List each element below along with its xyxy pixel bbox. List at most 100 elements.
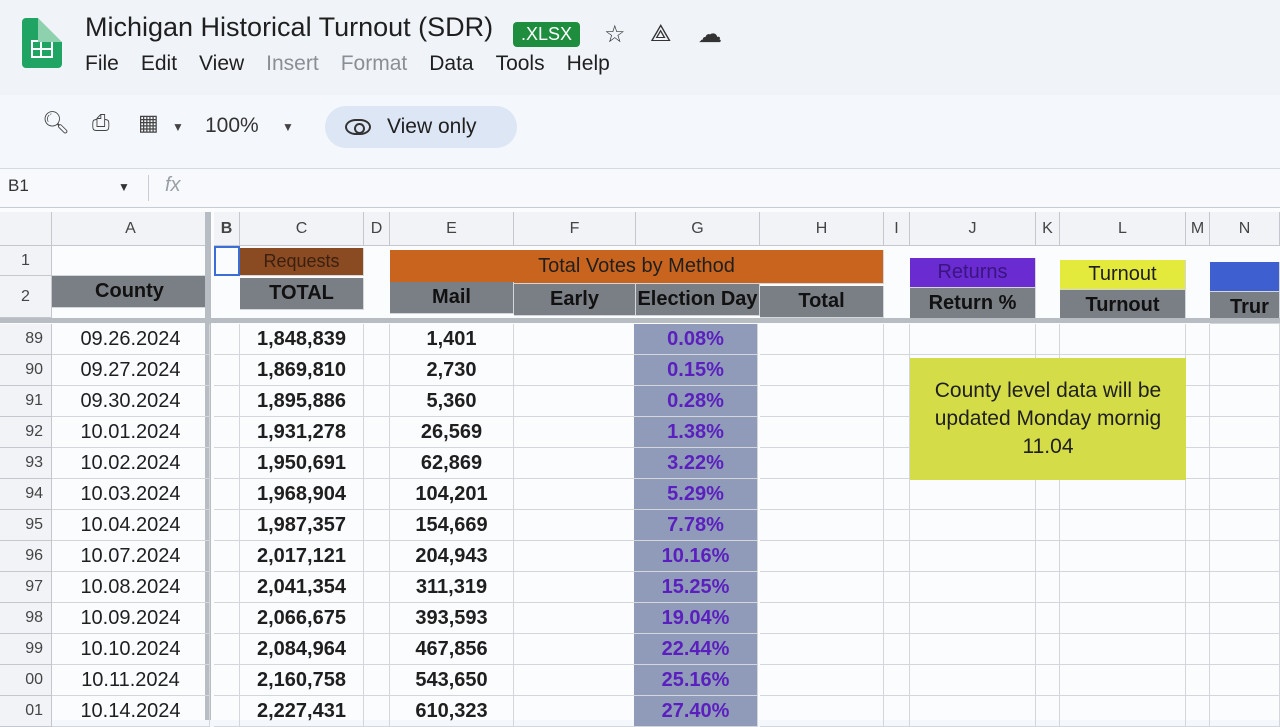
- empty-cell[interactable]: [1036, 324, 1060, 355]
- total-cell[interactable]: [760, 696, 884, 727]
- total-cell[interactable]: [760, 448, 884, 479]
- empty-cell[interactable]: [1186, 541, 1210, 572]
- empty-cell[interactable]: [214, 355, 240, 386]
- zoom-chevron-down-icon[interactable]: ▼: [282, 120, 294, 134]
- turnout-header[interactable]: Turnout: [1060, 260, 1186, 290]
- requests-total-header[interactable]: TOTAL: [240, 278, 364, 310]
- early-cell[interactable]: [514, 355, 636, 386]
- column-header-d[interactable]: D: [364, 212, 390, 246]
- date-cell[interactable]: 10.08.2024: [52, 572, 210, 603]
- column-header-e[interactable]: E: [390, 212, 514, 246]
- election-day-pct-cell[interactable]: 7.78%: [634, 510, 758, 541]
- row-header[interactable]: 97: [0, 572, 52, 603]
- date-cell[interactable]: 10.01.2024: [52, 417, 210, 448]
- empty-cell[interactable]: [214, 665, 240, 696]
- date-cell[interactable]: 10.04.2024: [52, 510, 210, 541]
- mail-cell[interactable]: 467,856: [390, 634, 514, 665]
- date-cell[interactable]: 09.27.2024: [52, 355, 210, 386]
- row-header[interactable]: 00: [0, 665, 52, 696]
- election-day-pct-cell[interactable]: 0.28%: [634, 386, 758, 417]
- empty-cell[interactable]: [884, 479, 910, 510]
- return-pct-cell[interactable]: [910, 479, 1036, 510]
- menu-format[interactable]: Format: [341, 52, 408, 76]
- total-cell[interactable]: [760, 479, 884, 510]
- turnout-cell[interactable]: [1060, 479, 1186, 510]
- requests-cell[interactable]: 1,950,691: [240, 448, 364, 479]
- menu-help[interactable]: Help: [567, 52, 610, 76]
- total-cell[interactable]: [760, 417, 884, 448]
- early-cell[interactable]: [514, 324, 636, 355]
- sheets-logo-icon[interactable]: [22, 18, 62, 68]
- turnout-cell[interactable]: [1060, 603, 1186, 634]
- n-cell[interactable]: [1210, 572, 1280, 603]
- turnout-cell[interactable]: [1060, 634, 1186, 665]
- chevron-down-icon[interactable]: ▼: [172, 120, 184, 134]
- column-header-n[interactable]: N: [1210, 212, 1280, 246]
- mail-cell[interactable]: 393,593: [390, 603, 514, 634]
- empty-cell[interactable]: [1036, 572, 1060, 603]
- name-box[interactable]: B1: [8, 176, 29, 196]
- early-cell[interactable]: [514, 541, 636, 572]
- early-cell[interactable]: [514, 634, 636, 665]
- format-table-icon[interactable]: ▦: [138, 110, 159, 136]
- empty-cell[interactable]: [1186, 510, 1210, 541]
- empty-cell[interactable]: [214, 541, 240, 572]
- early-cell[interactable]: [514, 572, 636, 603]
- n-cell[interactable]: [1210, 634, 1280, 665]
- empty-cell[interactable]: [884, 355, 910, 386]
- empty-cell[interactable]: [1186, 386, 1210, 417]
- n-cell[interactable]: [1210, 665, 1280, 696]
- empty-cell[interactable]: [884, 324, 910, 355]
- early-cell[interactable]: [514, 417, 636, 448]
- total-header[interactable]: Total: [760, 286, 884, 318]
- row-header[interactable]: 89: [0, 324, 52, 355]
- return-pct-cell[interactable]: [910, 541, 1036, 572]
- column-header-l[interactable]: L: [1060, 212, 1186, 246]
- empty-cell[interactable]: [214, 510, 240, 541]
- early-cell[interactable]: [514, 479, 636, 510]
- empty-cell[interactable]: [1186, 572, 1210, 603]
- early-cell[interactable]: [514, 448, 636, 479]
- cloud-status-icon[interactable]: ☁: [698, 20, 722, 49]
- empty-cell[interactable]: [884, 603, 910, 634]
- n-cell[interactable]: [1210, 479, 1280, 510]
- cell-b1-selected[interactable]: [214, 246, 240, 276]
- empty-cell[interactable]: [364, 355, 390, 386]
- empty-cell[interactable]: [884, 417, 910, 448]
- total-cell[interactable]: [760, 665, 884, 696]
- n-cell[interactable]: [1210, 417, 1280, 448]
- column-header-g[interactable]: G: [636, 212, 760, 246]
- requests-cell[interactable]: 1,931,278: [240, 417, 364, 448]
- column-header-k[interactable]: K: [1036, 212, 1060, 246]
- column-header-a[interactable]: A: [52, 212, 210, 246]
- mail-cell[interactable]: 5,360: [390, 386, 514, 417]
- election-day-pct-cell[interactable]: 19.04%: [634, 603, 758, 634]
- column-header-h[interactable]: H: [760, 212, 884, 246]
- election-day-pct-cell[interactable]: 22.44%: [634, 634, 758, 665]
- empty-cell[interactable]: [214, 634, 240, 665]
- empty-cell[interactable]: [214, 572, 240, 603]
- empty-cell[interactable]: [884, 634, 910, 665]
- date-cell[interactable]: 09.30.2024: [52, 386, 210, 417]
- row-header[interactable]: 93: [0, 448, 52, 479]
- election-day-pct-cell[interactable]: 3.22%: [634, 448, 758, 479]
- empty-cell[interactable]: [364, 386, 390, 417]
- requests-cell[interactable]: 1,895,886: [240, 386, 364, 417]
- election-day-pct-cell[interactable]: 10.16%: [634, 541, 758, 572]
- requests-cell[interactable]: 1,869,810: [240, 355, 364, 386]
- return-pct-cell[interactable]: [910, 665, 1036, 696]
- empty-cell[interactable]: [1036, 541, 1060, 572]
- mail-cell[interactable]: 543,650: [390, 665, 514, 696]
- row-header[interactable]: 01: [0, 696, 52, 727]
- empty-cell[interactable]: [884, 572, 910, 603]
- column-header-b[interactable]: B: [214, 212, 240, 246]
- n-cell[interactable]: [1210, 355, 1280, 386]
- row-header-2[interactable]: 2: [0, 276, 52, 318]
- turnout-cell[interactable]: [1060, 541, 1186, 572]
- early-cell[interactable]: [514, 696, 636, 727]
- row-header[interactable]: 94: [0, 479, 52, 510]
- return-pct-cell[interactable]: [910, 510, 1036, 541]
- empty-cell[interactable]: [214, 696, 240, 727]
- column-header-i[interactable]: I: [884, 212, 910, 246]
- requests-cell[interactable]: 1,987,357: [240, 510, 364, 541]
